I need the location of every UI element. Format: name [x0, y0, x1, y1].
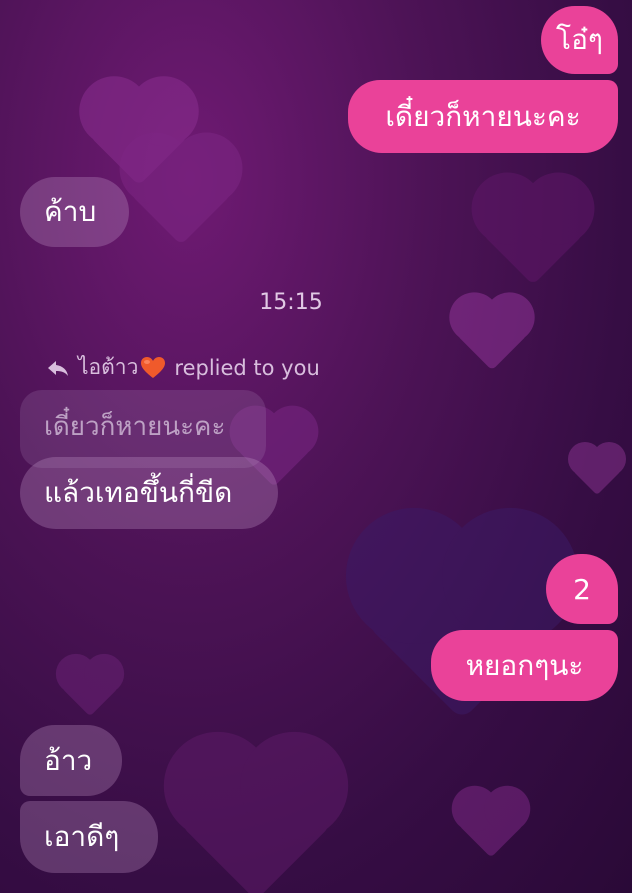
quoted-text: เดี๋ยวก็หายนะคะ [44, 412, 226, 442]
outgoing-message-bubble[interactable]: หยอกๆนะ [431, 630, 618, 701]
bg-heart-9 [458, 792, 524, 858]
message-text: เอาดีๆ [44, 820, 120, 853]
bg-heart-2 [130, 143, 232, 245]
outgoing-message-bubble[interactable]: เดี๋ยวก็หายนะคะ [348, 80, 618, 153]
outgoing-message-bubble[interactable]: 2 [546, 554, 618, 624]
bg-heart-7 [61, 659, 119, 717]
incoming-message-bubble[interactable]: แล้วเทอขึ้นกี่ขีด [20, 457, 278, 529]
message-text: อ้าว [44, 743, 93, 777]
chat-screen: โอ๋ๆ เดี๋ยวก็หายนะคะ ค้าบ 15:15 ไอต้าว r… [0, 0, 632, 893]
reply-arrow-icon [46, 358, 70, 378]
message-text: เดี๋ยวก็หายนะคะ [385, 99, 581, 133]
outgoing-message-bubble[interactable]: โอ๋ๆ [541, 6, 618, 74]
bg-heart-4 [572, 446, 622, 496]
reply-sender-name: ไอต้าว [78, 355, 139, 379]
heart-emoji-icon [140, 356, 166, 380]
message-text: ค้าบ [44, 195, 97, 228]
incoming-message-bubble[interactable]: ค้าบ [20, 177, 129, 247]
message-text: โอ๋ๆ [556, 23, 603, 56]
bg-heart-8 [179, 747, 333, 893]
message-timestamp: 15:15 [259, 290, 323, 315]
bg-heart-10 [482, 183, 584, 285]
incoming-message-bubble[interactable]: เอาดีๆ [20, 801, 158, 873]
message-text: 2 [573, 572, 591, 606]
message-text: แล้วเทอขึ้นกี่ขีด [44, 476, 233, 509]
reply-label: replied to you [174, 355, 320, 380]
reply-indicator: ไอต้าว replied to you [46, 351, 320, 384]
message-text: หยอกๆนะ [465, 648, 584, 682]
incoming-message-bubble[interactable]: อ้าว [20, 725, 122, 796]
